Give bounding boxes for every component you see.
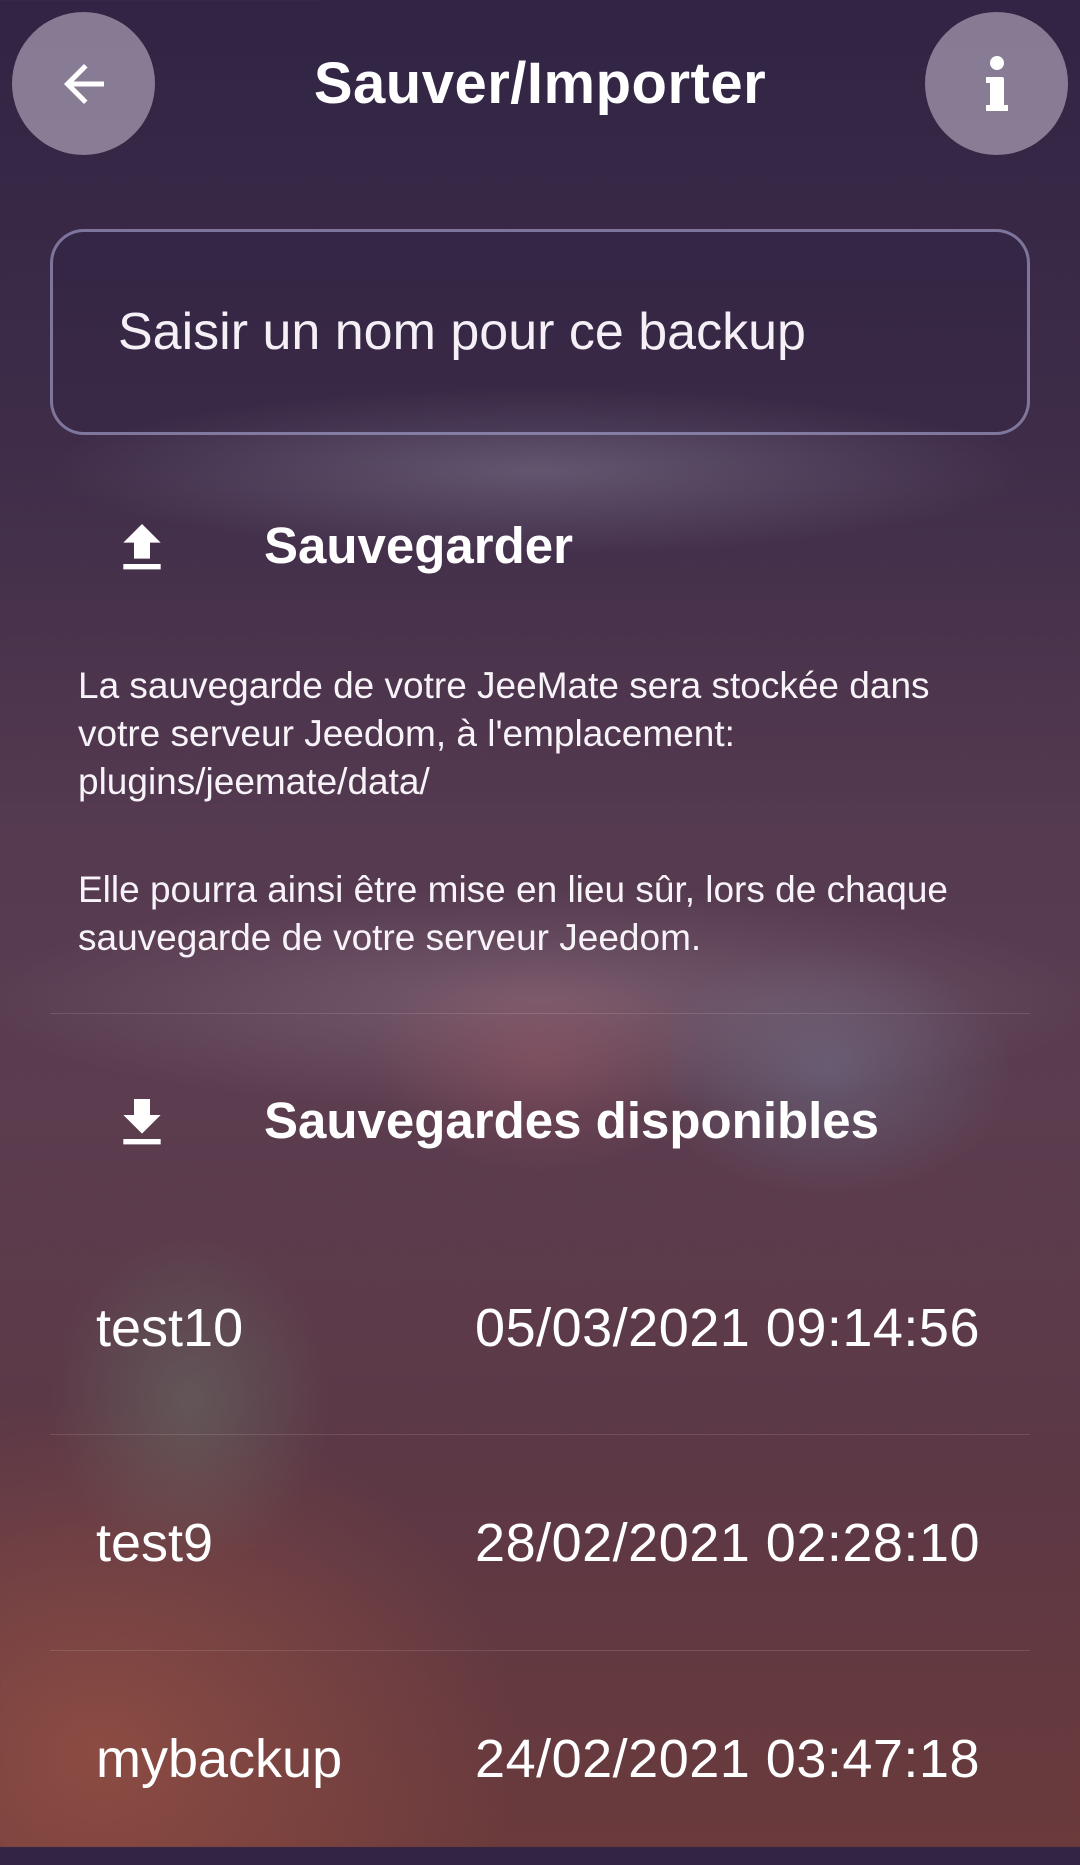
info-button[interactable]: [925, 12, 1068, 155]
page-title: Sauver/Importer: [313, 51, 767, 116]
save-description: La sauvegarde de votre JeeMate sera stoc…: [78, 665, 930, 802]
backup-date: 24/02/2021 03:47:18: [475, 1729, 980, 1789]
info-icon: [985, 55, 1008, 111]
backup-item[interactable]: test10 05/03/2021 09:14:56: [50, 1220, 1030, 1434]
backup-date: 05/03/2021 09:14:56: [475, 1298, 980, 1358]
available-backups-label: Sauvegardes disponibles: [264, 1092, 880, 1149]
save-button[interactable]: Sauvegarder: [50, 488, 1030, 608]
save-label: Sauvegarder: [264, 517, 573, 574]
upload-icon: [123, 524, 161, 570]
backup-item[interactable]: mybackup 24/02/2021 03:47:18: [50, 1651, 1030, 1865]
backup-date: 28/02/2021 02:28:10: [475, 1513, 980, 1573]
available-backups-header: Sauvegardes disponibles: [50, 1063, 1030, 1183]
save-description-secondary: Elle pourra ainsi être mise en lieu sûr,…: [78, 869, 948, 958]
download-icon: [123, 1099, 161, 1145]
backup-name: mybackup: [96, 1729, 343, 1789]
backup-name-input[interactable]: [118, 292, 978, 372]
backup-name: test10: [96, 1298, 244, 1358]
divider: [50, 1013, 1030, 1014]
backup-name-field[interactable]: [50, 229, 1030, 435]
backup-name: test9: [96, 1513, 214, 1573]
backup-item[interactable]: test9 28/02/2021 02:28:10: [50, 1435, 1030, 1649]
